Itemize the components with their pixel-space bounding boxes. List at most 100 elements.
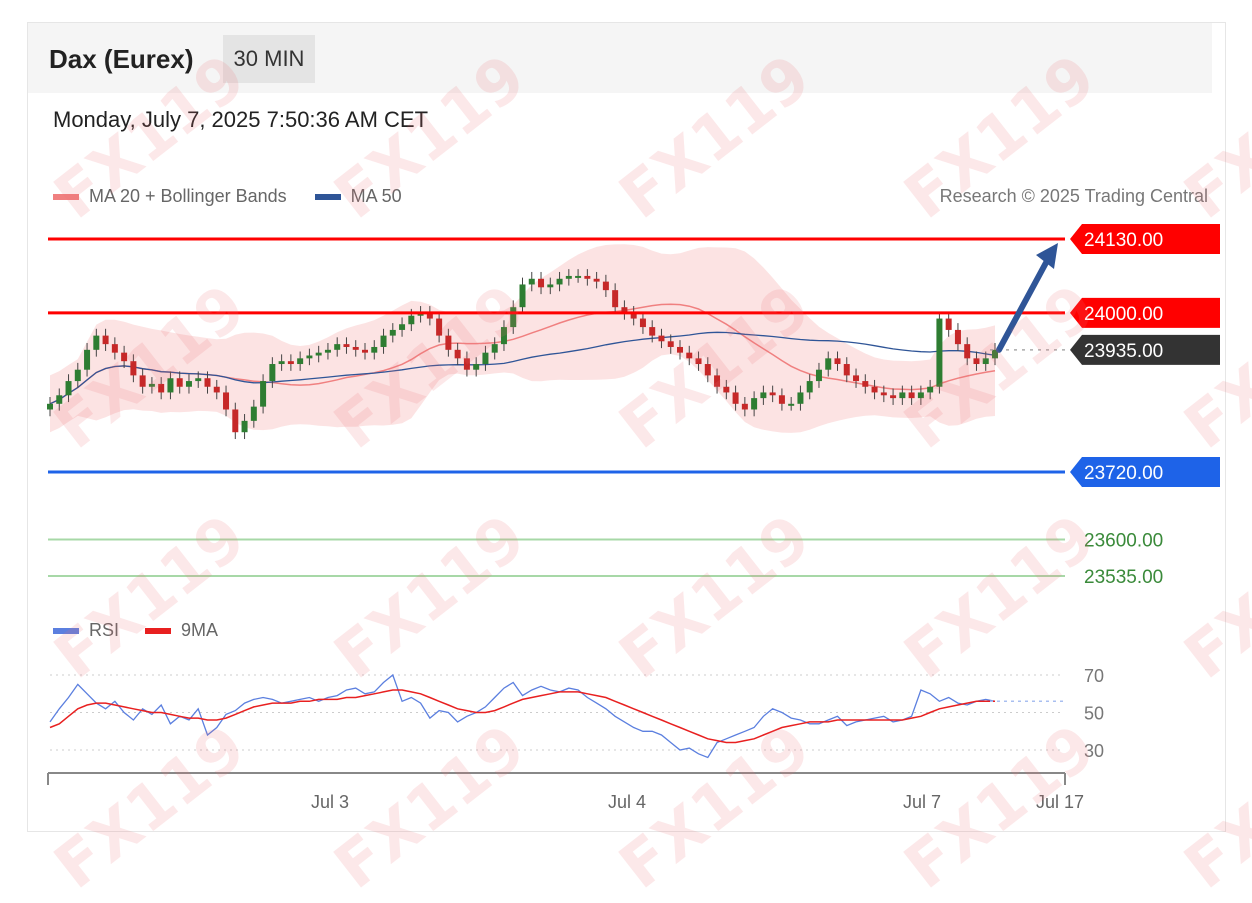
candle-body: [964, 344, 971, 359]
candle-body: [639, 318, 646, 328]
candle-body: [250, 406, 257, 421]
candle-body: [686, 352, 693, 359]
candle-body: [195, 378, 202, 382]
candle-body: [500, 327, 507, 345]
candle-body: [130, 361, 137, 376]
candle-body: [723, 386, 730, 393]
candle-body: [667, 341, 674, 347]
candle-body: [880, 392, 887, 396]
candle-body: [306, 355, 313, 359]
candle-body: [167, 378, 174, 393]
candle-body: [565, 275, 572, 279]
candle-body: [760, 392, 767, 399]
candle-body: [927, 386, 934, 393]
candle-body: [843, 364, 850, 376]
candle-body: [871, 386, 878, 393]
candle-body: [584, 275, 591, 279]
rsi-line: [49, 673, 996, 759]
x-tick-label: Jul 4: [608, 792, 646, 812]
candle-body: [111, 344, 118, 353]
candle-body: [519, 284, 526, 308]
candle-body: [454, 349, 461, 359]
candle-body: [954, 329, 961, 345]
candle-body: [232, 409, 239, 433]
candle-body: [408, 315, 415, 325]
candle-body: [528, 278, 535, 285]
candle-body: [278, 361, 285, 365]
candle-body: [612, 290, 619, 308]
candle-body: [575, 275, 582, 278]
candle-body: [148, 383, 155, 387]
candle-body: [649, 327, 656, 336]
candle-body: [751, 398, 758, 410]
price-chart: 24130.00 24000.00 23935.00 23720.00 23600.00…: [47, 224, 1220, 812]
candle-body: [834, 358, 841, 365]
level-label-resistance: 24000.00: [1084, 304, 1163, 325]
candle-body: [315, 352, 322, 356]
candle-body: [593, 278, 600, 282]
candle-body: [769, 392, 776, 396]
candle-body: [825, 358, 832, 370]
candle-body: [862, 381, 869, 387]
candle-body: [899, 392, 906, 399]
candle-body: [297, 358, 304, 365]
candle-body: [908, 392, 915, 399]
candle-body: [139, 375, 146, 387]
candle-body: [890, 395, 897, 399]
candle-body: [93, 335, 100, 350]
candle-body: [491, 344, 498, 353]
level-label-support: 23720.00: [1084, 463, 1163, 484]
candle-body: [56, 395, 63, 404]
rsi-tick-label: 30: [1084, 741, 1104, 761]
candle-body: [510, 307, 517, 328]
candle-body: [399, 324, 406, 330]
candle-body: [741, 403, 748, 410]
rsi-tick-label: 70: [1084, 666, 1104, 686]
rsi-tick-label: 50: [1084, 704, 1104, 724]
candle-body: [47, 403, 53, 410]
candle-body: [538, 278, 545, 288]
candle-body: [260, 381, 267, 407]
candle-body: [602, 281, 609, 291]
x-tick-label: Jul 17: [1036, 792, 1084, 812]
candle-body: [185, 381, 192, 387]
candle-body: [695, 358, 702, 365]
candle-body: [223, 392, 230, 410]
candle-body: [176, 378, 183, 387]
candle-body: [788, 403, 795, 406]
candle-body: [343, 344, 350, 347]
candle-body: [778, 395, 785, 404]
candle-body: [482, 352, 489, 365]
level-label-resistance: 24130.00: [1084, 230, 1163, 251]
candle-body: [84, 349, 91, 370]
x-tick-label: Jul 7: [903, 792, 941, 812]
candle-body: [463, 358, 470, 370]
candle-body: [556, 278, 563, 285]
candle-body: [121, 352, 128, 362]
candle-body: [380, 335, 387, 347]
candle-body: [324, 349, 331, 353]
candle-body: [473, 364, 480, 370]
candle-body: [74, 369, 81, 382]
candle-body: [445, 335, 452, 350]
level-label-target: 23600.00: [1084, 530, 1163, 551]
candle-body: [269, 364, 276, 382]
candle-body: [917, 392, 924, 399]
candle-body: [371, 346, 378, 353]
forecast-arrow: [996, 256, 1051, 353]
candle-body: [815, 369, 822, 382]
candle-body: [287, 361, 294, 365]
candle-body: [945, 318, 952, 330]
bollinger-band: [50, 244, 995, 433]
candle-body: [547, 284, 554, 288]
candle-body: [853, 375, 860, 382]
candle-body: [389, 329, 396, 336]
candle-body: [241, 420, 248, 433]
x-tick-label: Jul 3: [311, 792, 349, 812]
candle-body: [658, 335, 665, 342]
candle-body: [204, 378, 211, 387]
candle-body: [797, 392, 804, 404]
candle-body: [704, 364, 711, 376]
candle-body: [677, 346, 683, 353]
candle-body: [936, 318, 943, 387]
